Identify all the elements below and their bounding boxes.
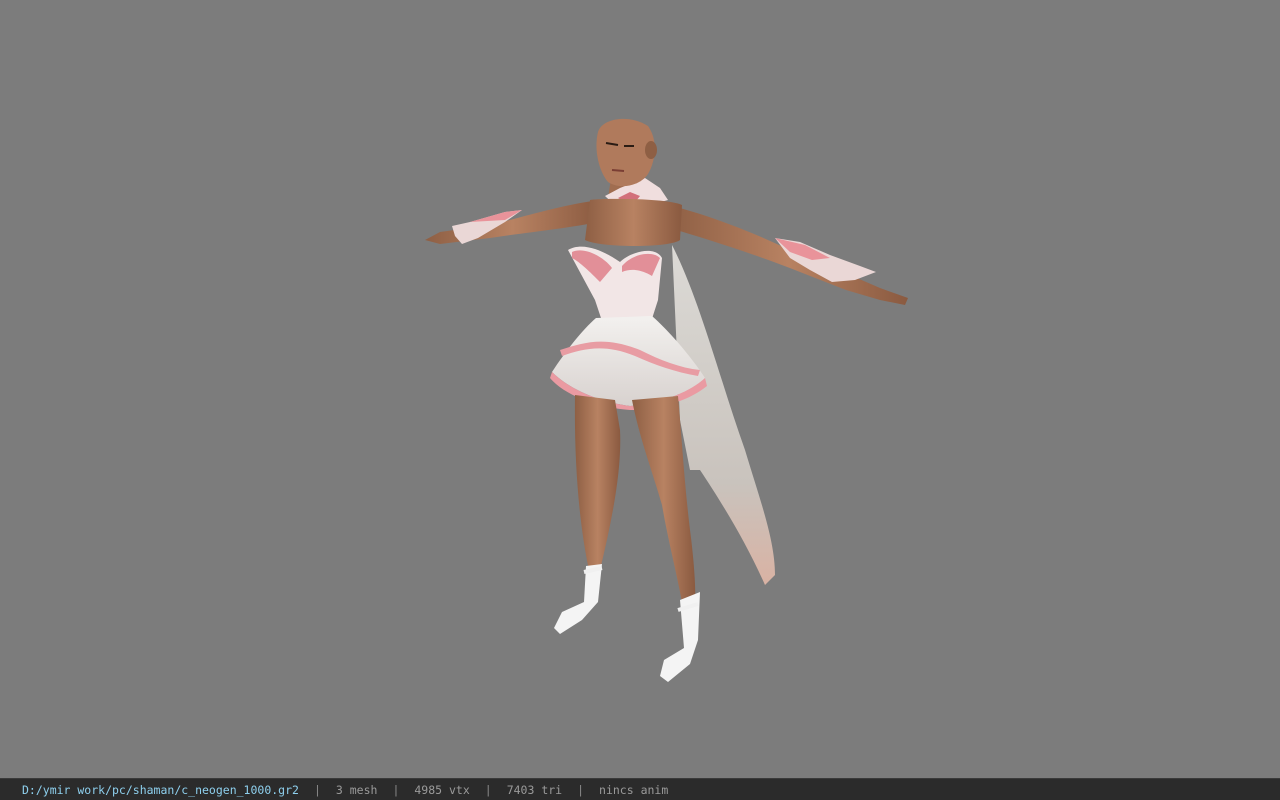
anim-status: nincs anim (599, 782, 669, 797)
file-path: D:/ymir work/pc/shaman/c_neogen_1000.gr2 (22, 782, 299, 797)
3d-viewport[interactable] (0, 0, 1280, 778)
separator: | (392, 782, 400, 797)
separator: | (577, 782, 585, 797)
character-model[interactable] (0, 0, 1280, 778)
vertex-count: 4985 vtx (414, 782, 470, 797)
mesh-count: 3 mesh (335, 782, 378, 797)
left-shoe (554, 564, 602, 634)
left-arm (425, 200, 600, 244)
triangle-count: 7403 tri (506, 782, 563, 797)
left-leg (574, 395, 621, 575)
status-bar: D:/ymir work/pc/shaman/c_neogen_1000.gr2… (0, 778, 1280, 800)
separator: | (313, 782, 321, 797)
separator: | (484, 782, 492, 797)
